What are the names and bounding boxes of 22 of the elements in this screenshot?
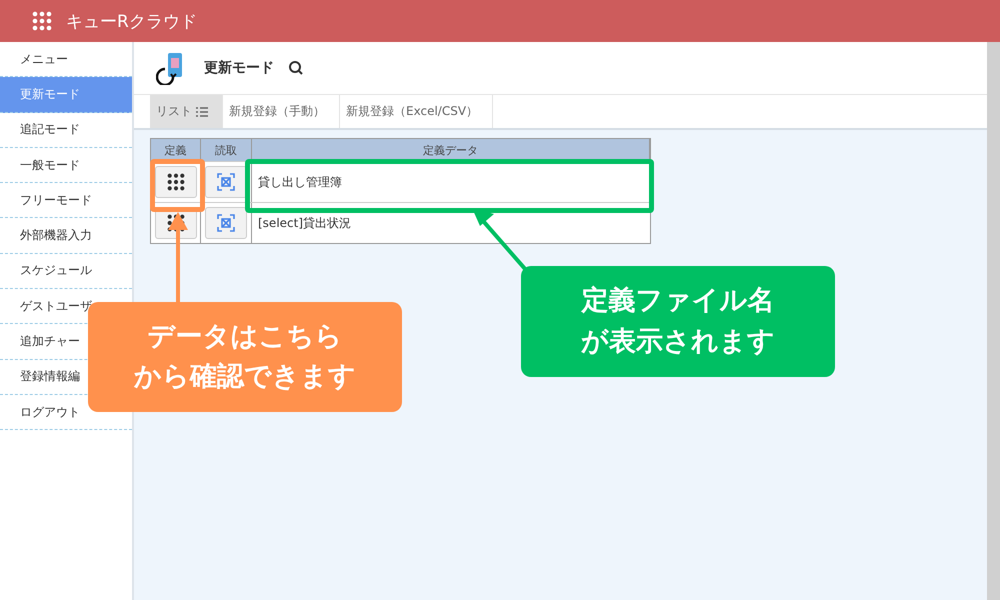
grid-dots-icon xyxy=(32,11,52,31)
grid-dots-icon xyxy=(166,173,184,191)
table-cell: [select]貸出状況 xyxy=(258,214,352,232)
callout-text: が表示されます xyxy=(581,324,775,358)
column-header: 定義データ xyxy=(252,139,650,161)
definition-button[interactable] xyxy=(154,166,196,198)
search-icon[interactable] xyxy=(288,60,304,76)
table-cell: 貸し出し管理簿 xyxy=(258,174,342,190)
column-header: 定義 xyxy=(151,139,201,161)
page-title: 更新モード xyxy=(204,59,274,77)
tab[interactable]: リスト xyxy=(150,95,223,128)
column-header: 読取 xyxy=(201,139,252,161)
scan-icon xyxy=(217,173,235,191)
callout-text: 定義ファイル名 xyxy=(582,284,774,318)
scan-button[interactable] xyxy=(205,207,247,239)
scan-button[interactable] xyxy=(205,166,247,198)
list-icon xyxy=(196,106,208,116)
sidebar-item[interactable]: 追記モード xyxy=(0,112,132,148)
callout-text: データはこちら xyxy=(148,320,342,354)
callout-text: から確認できます xyxy=(134,360,356,394)
scan-icon xyxy=(217,214,235,232)
app-title: キューRクラウド xyxy=(66,10,197,32)
